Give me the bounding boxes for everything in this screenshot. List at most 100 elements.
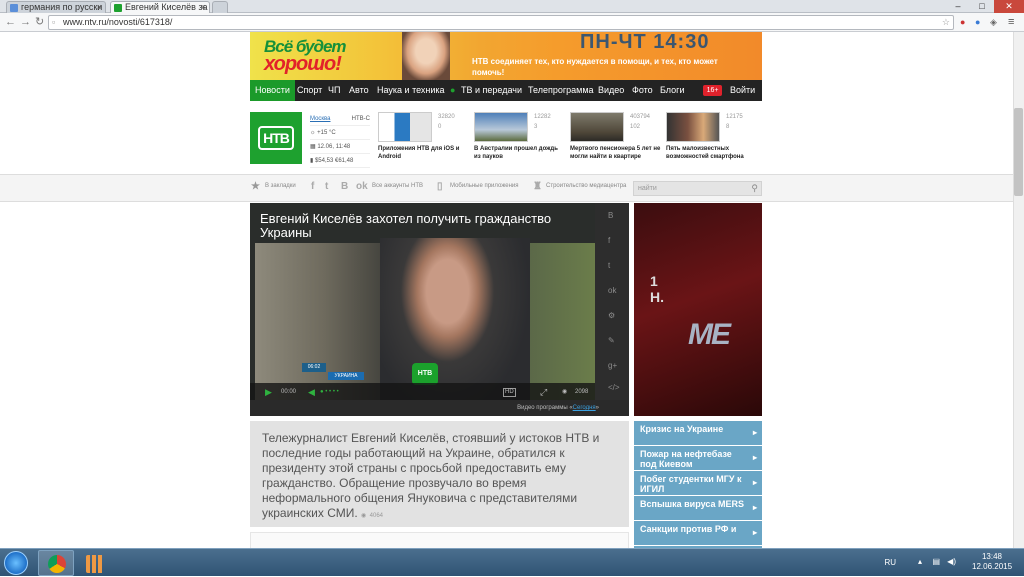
play-icon[interactable]: ▶: [265, 383, 272, 401]
new-tab-button[interactable]: [212, 1, 228, 13]
media-center-link[interactable]: Строительство медиацентра: [546, 183, 626, 189]
ntv-logo[interactable]: НТВ: [250, 112, 302, 164]
lead-text: Тележурналист Евгений Киселёв, стоявший …: [262, 431, 600, 520]
topic-link[interactable]: Санкции против РФ и ▸: [634, 521, 762, 546]
clock[interactable]: 13:48 12.06.2015: [972, 552, 1012, 572]
back-arrow-icon[interactable]: ←: [5, 16, 16, 28]
browser-tab-germany[interactable]: германия по русски ×: [6, 1, 106, 13]
news-caption[interactable]: Пять малоизвестных возможностей смартфон…: [666, 145, 758, 161]
close-tab-icon[interactable]: ×: [201, 2, 206, 13]
usd-rate: $54,53: [314, 158, 334, 164]
news-item[interactable]: 403794 102 Мертвого пенсионера 5 лет не …: [570, 112, 660, 160]
taskbar-apps[interactable]: [76, 550, 112, 576]
news-item[interactable]: 32820 0 Приложения НТВ для iOS и Android: [378, 112, 466, 160]
login-link[interactable]: Войти: [730, 80, 755, 101]
news-thumbnail[interactable]: [378, 112, 432, 142]
news-caption[interactable]: Мертвого пенсионера 5 лет не могли найти…: [570, 145, 662, 161]
search-input[interactable]: найти ⚲: [633, 181, 762, 196]
address-bar[interactable]: ▫ www.ntv.ru/novosti/617318/ ☆: [48, 15, 954, 30]
news-item[interactable]: 12282 3 В Австралии прошел дождь из паук…: [474, 112, 562, 160]
tray-arrow-icon[interactable]: ▴: [918, 557, 922, 566]
volume-slider[interactable]: ● • • • •: [320, 383, 339, 401]
twitter-icon[interactable]: t: [325, 181, 328, 192]
nav-photo[interactable]: Фото: [632, 80, 653, 101]
nav-blogs[interactable]: Блоги: [660, 80, 684, 101]
taskbar-chrome[interactable]: [38, 550, 74, 576]
source-prefix: Видео программы «: [517, 405, 573, 411]
language-indicator[interactable]: RU: [884, 558, 896, 567]
topics-sidebar: Кризис на Украине ▸ Пожар на нефтебазе по…: [634, 421, 762, 548]
nav-tv[interactable]: ТВ и передачи: [461, 80, 522, 101]
maximize-window-icon[interactable]: □: [970, 0, 994, 13]
vk-icon[interactable]: B: [341, 181, 348, 192]
close-tab-icon[interactable]: ×: [97, 2, 102, 13]
bookmarks-link[interactable]: В закладки: [265, 183, 296, 189]
topic-link[interactable]: Пожар на нефтебазе под Киевом ▸: [634, 446, 762, 471]
menu-icon[interactable]: ≡: [1008, 16, 1014, 28]
nav-sport[interactable]: Спорт: [297, 80, 322, 101]
news-thumbnail[interactable]: [474, 112, 528, 142]
settings-icon[interactable]: ⚙: [608, 311, 615, 320]
facebook-icon[interactable]: f: [311, 181, 314, 192]
facebook-share-icon[interactable]: f: [608, 236, 610, 245]
topic-label: Кризис на Украине: [640, 424, 724, 434]
pencil-icon[interactable]: ✎: [608, 336, 615, 345]
browser-tabbar: германия по русски × Евгений Киселёв за …: [0, 0, 1024, 13]
source-link[interactable]: Сегодня: [573, 405, 596, 411]
topic-link[interactable]: Вспышка вируса MERS ▸: [634, 496, 762, 521]
news-item[interactable]: 12175 8 Пять малоизвестных возможностей …: [666, 112, 754, 160]
minimize-window-icon[interactable]: –: [946, 0, 970, 13]
news-caption[interactable]: Приложения НТВ для iOS и Android: [378, 145, 470, 161]
search-icon[interactable]: ⚲: [751, 182, 758, 195]
windows-taskbar: RU ▴ ▤ ◀) 13:48 12.06.2015: [0, 548, 1024, 576]
video-share-bar: B f t ok ⚙ ✎ g+ </>: [595, 203, 629, 400]
reload-icon[interactable]: ↻: [35, 16, 44, 28]
topic-link[interactable]: Побег студентки МГУ к ИГИЛ ▸: [634, 471, 762, 496]
promo-banner[interactable]: Всё будет хорошо! ПН-ЧТ 14:30 НТВ соедин…: [250, 32, 762, 80]
news-thumbnail[interactable]: [570, 112, 624, 142]
embed-code-icon[interactable]: </>: [608, 383, 620, 392]
star-icon[interactable]: ★: [251, 181, 260, 192]
topic-label: Санкции против РФ и: [640, 524, 737, 534]
nav-news[interactable]: Новости: [250, 80, 295, 101]
info-widget: Москва НТВ-С ☼ +15 °С ▦ 12.06, 11:48 ▮ $…: [310, 112, 370, 168]
extension-drop-icon[interactable]: ●: [975, 16, 980, 28]
network-icon[interactable]: ▤: [932, 557, 940, 566]
hd-toggle[interactable]: HD: [503, 388, 516, 397]
volume-icon[interactable]: ◀: [308, 383, 315, 401]
main-nav: Новости Спорт ЧП Авто Наука и техника ● …: [250, 80, 762, 101]
browser-tab-ntv[interactable]: Евгений Киселёв за ×: [110, 1, 210, 13]
video-player[interactable]: Евгений Киселёв захотел получить граждан…: [250, 203, 629, 416]
volume-tray-icon[interactable]: ◀): [947, 557, 956, 566]
vk-share-icon[interactable]: B: [608, 211, 613, 220]
nav-schedule[interactable]: Телепрограмма: [528, 80, 594, 101]
twitter-share-icon[interactable]: t: [608, 261, 610, 270]
news-thumbnail[interactable]: [666, 112, 720, 142]
city-link[interactable]: Москва: [310, 116, 330, 122]
fullscreen-icon[interactable]: ⤢: [540, 383, 547, 401]
scrollbar-thumb[interactable]: [1014, 108, 1023, 196]
views-count: 403794: [630, 114, 651, 120]
star-bookmark-icon[interactable]: ☆: [942, 16, 950, 29]
google-plus-icon[interactable]: g+: [608, 361, 617, 370]
age-rating-badge: 16+: [703, 85, 722, 96]
mobile-apps-link[interactable]: Мобильные приложения: [450, 183, 519, 189]
ntv-microphone-logo: НТВ: [412, 363, 438, 385]
nav-science[interactable]: Наука и техника: [377, 80, 445, 101]
comments-count: 102: [630, 124, 641, 130]
extension-icon-2[interactable]: ◈: [990, 16, 997, 28]
odnoklassniki-share-icon[interactable]: ok: [608, 286, 616, 295]
close-window-icon[interactable]: ✕: [994, 0, 1024, 13]
advertisement[interactable]: 1 Н. ME: [634, 203, 762, 416]
nav-video[interactable]: Видео: [598, 80, 624, 101]
news-caption[interactable]: В Австралии прошел дождь из пауков: [474, 145, 566, 161]
extension-icon[interactable]: ●: [960, 16, 965, 28]
nav-incidents[interactable]: ЧП: [328, 80, 340, 101]
windows-start-button[interactable]: [4, 551, 28, 575]
page-scrollbar[interactable]: [1013, 32, 1024, 548]
all-accounts-link[interactable]: Все аккаунты НТВ: [372, 183, 423, 189]
nav-auto[interactable]: Авто: [349, 80, 369, 101]
topic-link[interactable]: Кризис на Украине ▸: [634, 421, 762, 446]
odnoklassniki-icon[interactable]: ok: [356, 181, 368, 192]
forward-arrow-icon[interactable]: →: [20, 16, 31, 28]
